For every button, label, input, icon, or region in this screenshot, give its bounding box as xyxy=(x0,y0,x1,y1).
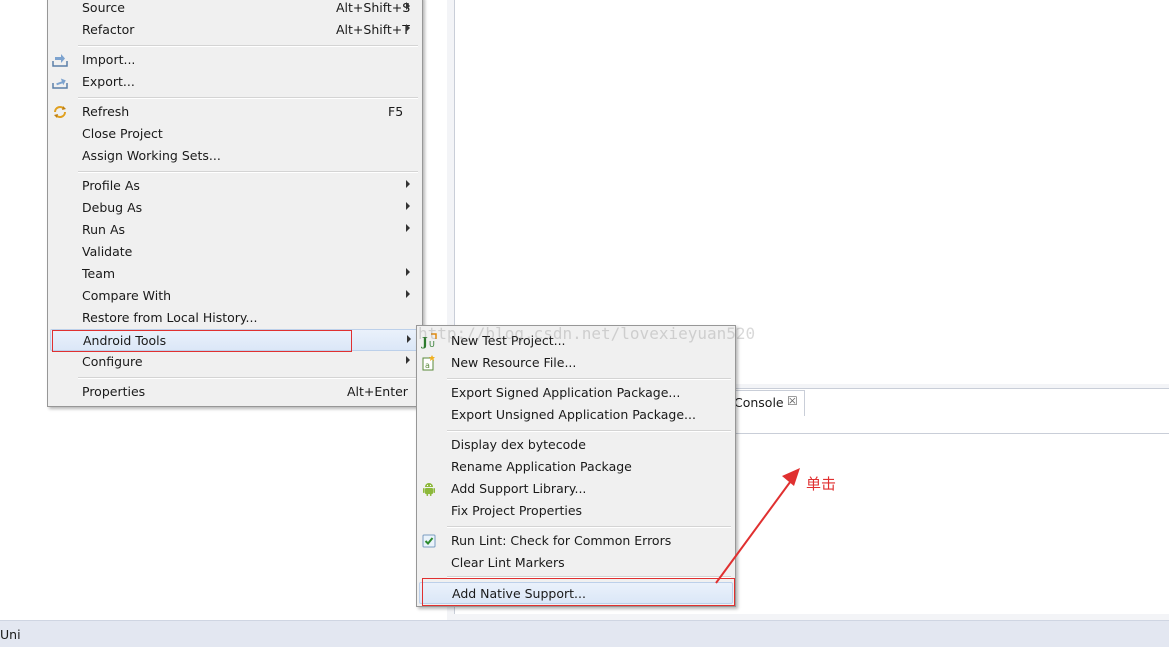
menu-item-label: Refresh xyxy=(82,104,130,119)
menu-item-label: Debug As xyxy=(82,200,143,215)
menu-item-label: Team xyxy=(82,266,116,281)
menu-item-label: Assign Working Sets... xyxy=(82,148,221,163)
menu-item-rename-application-package[interactable]: Rename Application Package xyxy=(417,456,735,478)
submenu-arrow-icon xyxy=(406,24,410,32)
annotation-highlight-box xyxy=(422,578,735,606)
menu-item-accelerator: Alt+Enter xyxy=(347,384,408,399)
console-tab-label: Console xyxy=(734,395,784,410)
menu-item-label: Run Lint: Check for Common Errors xyxy=(451,533,672,548)
status-bar-text: Uni xyxy=(0,627,21,642)
close-icon[interactable]: ☒ xyxy=(787,394,798,408)
submenu-arrow-icon xyxy=(407,335,411,343)
menu-item-label: Properties xyxy=(82,384,146,399)
menu-item-label: Display dex bytecode xyxy=(451,437,586,452)
menu-item-label: Source xyxy=(82,0,125,15)
menu-item-run-lint[interactable]: Run Lint: Check for Common Errors xyxy=(417,530,735,552)
menu-item-fix-project-properties[interactable]: Fix Project Properties xyxy=(417,500,735,522)
menu-item-properties[interactable]: Properties Alt+Enter xyxy=(48,381,422,403)
menu-item-label: Restore from Local History... xyxy=(82,310,258,325)
menu-item-new-resource-file[interactable]: a New Resource File... xyxy=(417,352,735,374)
menu-item-source[interactable]: Source Alt+Shift+S xyxy=(48,0,422,19)
menu-item-restore-local-history[interactable]: Restore from Local History... xyxy=(48,307,422,329)
menu-item-label: New Resource File... xyxy=(451,355,577,370)
submenu-arrow-icon xyxy=(406,202,410,210)
menu-item-accelerator: Alt+Shift+T xyxy=(336,22,410,37)
menu-item-export-signed-package[interactable]: Export Signed Application Package... xyxy=(417,382,735,404)
menu-item-refactor[interactable]: Refactor Alt+Shift+T xyxy=(48,19,422,41)
menu-item-label: Export... xyxy=(82,74,135,89)
console-tab[interactable]: Console ☒ xyxy=(725,390,805,416)
menu-item-debug-as[interactable]: Debug As xyxy=(48,197,422,219)
menu-separator xyxy=(78,97,418,99)
menu-item-accelerator: F5 xyxy=(388,104,404,119)
menu-item-team[interactable]: Team xyxy=(48,263,422,285)
submenu-arrow-icon xyxy=(406,290,410,298)
submenu-arrow-icon xyxy=(406,268,410,276)
menu-item-validate[interactable]: Validate xyxy=(48,241,422,263)
menu-item-label: Compare With xyxy=(82,288,172,303)
menu-separator xyxy=(447,576,731,578)
console-tab-divider xyxy=(725,433,1169,434)
menu-separator xyxy=(78,377,418,379)
menu-separator xyxy=(78,45,418,47)
menu-item-export[interactable]: Export... xyxy=(48,71,422,93)
menu-item-label: Export Signed Application Package... xyxy=(451,385,681,400)
menu-item-refresh[interactable]: Refresh F5 xyxy=(48,101,422,123)
annotation-highlight-box xyxy=(52,330,352,352)
menu-item-label: Close Project xyxy=(82,126,163,141)
menu-item-label: Clear Lint Markers xyxy=(451,555,565,570)
menu-separator xyxy=(78,171,418,173)
menu-item-label: Import... xyxy=(82,52,136,67)
submenu-arrow-icon xyxy=(406,224,410,232)
status-bar: Uni xyxy=(0,620,1169,647)
annotation-label: 单击 xyxy=(806,475,837,493)
export-icon xyxy=(52,78,68,89)
submenu-arrow-icon xyxy=(406,2,410,10)
menu-separator xyxy=(447,430,731,432)
annotation-arrow-icon xyxy=(715,468,800,584)
menu-item-configure[interactable]: Configure xyxy=(48,351,422,373)
watermark: http://blog.csdn.net/lovexieyuan520 xyxy=(418,324,756,343)
menu-separator xyxy=(447,378,731,380)
submenu-arrow-icon xyxy=(406,356,410,364)
new-android-xml-file-icon: a xyxy=(422,355,435,371)
menu-item-add-support-library[interactable]: Add Support Library... xyxy=(417,478,735,500)
submenu-arrow-icon xyxy=(406,180,410,188)
android-robot-icon xyxy=(423,483,435,496)
menu-item-run-as[interactable]: Run As xyxy=(48,219,422,241)
menu-item-label: Fix Project Properties xyxy=(451,503,583,518)
menu-item-label: Rename Application Package xyxy=(451,459,632,474)
refresh-icon xyxy=(54,106,66,118)
menu-item-import[interactable]: Import... xyxy=(48,49,422,71)
menu-item-label: Run As xyxy=(82,222,126,237)
menu-item-close-project[interactable]: Close Project xyxy=(48,123,422,145)
android-tools-submenu: J U New Test Project... a New Resource F… xyxy=(416,325,736,607)
project-context-menu: Source Alt+Shift+S Refactor Alt+Shift+T … xyxy=(47,0,423,407)
menu-item-accelerator: Alt+Shift+S xyxy=(336,0,411,15)
menu-item-assign-working-sets[interactable]: Assign Working Sets... xyxy=(48,145,422,167)
menu-item-label: Refactor xyxy=(82,22,135,37)
lint-check-icon xyxy=(422,534,436,548)
import-icon xyxy=(52,54,68,67)
menu-item-label: Export Unsigned Application Package... xyxy=(451,407,696,422)
menu-item-compare-with[interactable]: Compare With xyxy=(48,285,422,307)
menu-item-display-dex-bytecode[interactable]: Display dex bytecode xyxy=(417,434,735,456)
menu-item-export-unsigned-package[interactable]: Export Unsigned Application Package... xyxy=(417,404,735,426)
menu-item-label: Configure xyxy=(82,354,143,369)
menu-item-clear-lint-markers[interactable]: Clear Lint Markers xyxy=(417,552,735,574)
svg-text:a: a xyxy=(425,361,430,370)
menu-item-label: Profile As xyxy=(82,178,140,193)
menu-separator xyxy=(447,526,731,528)
menu-item-profile-as[interactable]: Profile As xyxy=(48,175,422,197)
menu-item-label: Add Support Library... xyxy=(451,481,587,496)
menu-item-label: Validate xyxy=(82,244,133,259)
